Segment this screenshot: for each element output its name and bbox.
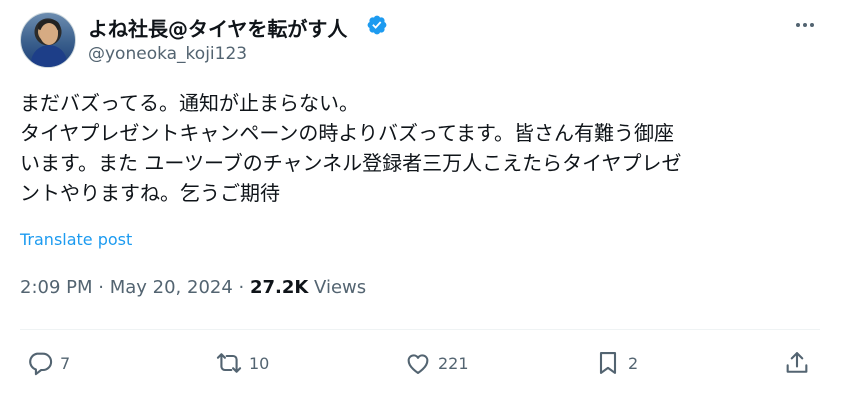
divider <box>20 329 820 330</box>
like-icon <box>407 354 429 374</box>
meta-separator: · <box>232 277 250 298</box>
like-button[interactable]: 221 <box>404 348 469 378</box>
tweet-text: まだバズってる。通知が止まらない。 タイヤプレゼントキャンペーンの時よりバズって… <box>20 91 682 205</box>
repost-button[interactable]: 10 <box>215 348 269 378</box>
tweet-meta: 2:09 PM · May 20, 2024 · 27.2K Views <box>20 277 366 298</box>
bookmark-count: 2 <box>628 353 639 373</box>
tweet-date[interactable]: May 20, 2024 <box>110 277 233 298</box>
like-count: 221 <box>438 353 469 373</box>
bookmark-icon <box>599 352 617 374</box>
avatar[interactable] <box>20 12 76 68</box>
views-count: 27.2K <box>249 277 309 298</box>
repost-count: 10 <box>249 353 270 373</box>
display-name[interactable]: よね社長@タイヤを転がす人 <box>88 13 347 42</box>
bookmark-button[interactable]: 2 <box>594 348 638 378</box>
share-button[interactable] <box>783 348 811 378</box>
views-label: Views <box>308 277 367 298</box>
verified-badge-icon <box>367 15 387 35</box>
tweet-time[interactable]: 2:09 PM <box>20 277 93 298</box>
share-icon <box>786 352 808 373</box>
translate-post-link[interactable]: Translate post <box>20 230 132 249</box>
meta-separator: · <box>92 277 110 298</box>
repost-icon <box>216 353 242 373</box>
reply-button[interactable]: 7 <box>26 348 70 378</box>
reply-icon <box>29 352 53 376</box>
handle[interactable]: @yoneoka_koji123 <box>88 44 247 64</box>
more-options-icon[interactable] <box>792 14 818 36</box>
reply-count: 7 <box>60 353 71 373</box>
